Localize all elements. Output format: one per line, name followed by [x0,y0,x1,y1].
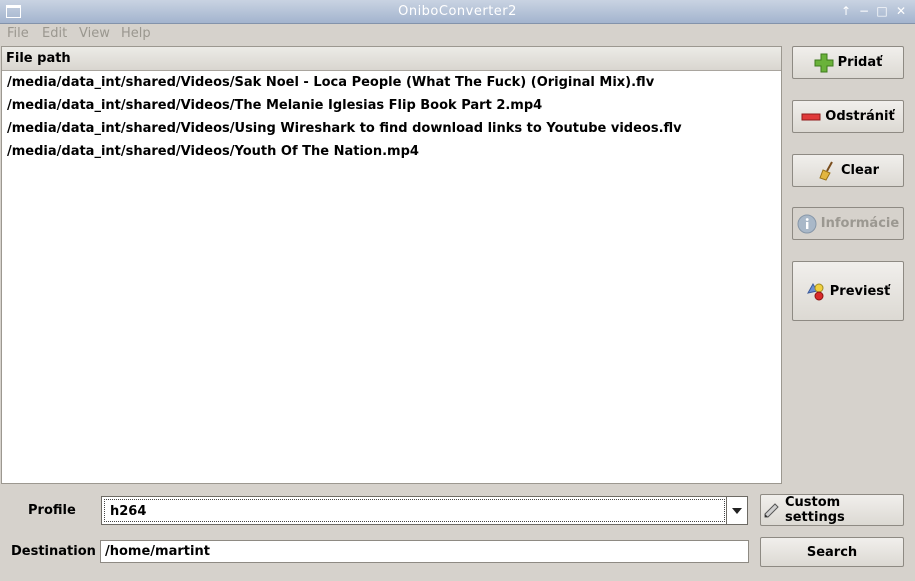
profile-label: Profile [28,503,76,518]
add-button-label: Pridať [837,55,883,70]
info-button[interactable]: Informácie [792,207,904,240]
convert-button-label: Previesť [829,283,891,299]
convert-icon [806,281,826,301]
menu-help[interactable]: Help [121,26,151,41]
custom-settings-label: Custom settings [785,495,845,525]
destination-label: Destination [11,544,96,559]
restore-icon[interactable]: □ [874,3,890,19]
search-button[interactable]: Search [760,537,904,567]
list-item[interactable]: /media/data_int/shared/Videos/The Melani… [2,94,781,117]
title-bar: OniboConverter2 ↑ − □ ✕ [0,0,915,24]
menu-view[interactable]: View [79,26,110,41]
plus-icon [814,53,834,73]
info-icon [797,214,817,234]
pencil-icon [761,500,781,520]
minimize-icon[interactable]: − [856,3,872,19]
list-item[interactable]: /media/data_int/shared/Videos/Using Wire… [2,117,781,140]
search-button-label: Search [806,544,858,560]
list-item[interactable]: /media/data_int/shared/Videos/Sak Noel -… [2,71,781,94]
remove-button-label: Odstrániť [825,109,895,124]
menu-bar: File Edit View Help [0,24,915,45]
menu-edit[interactable]: Edit [42,26,67,41]
custom-settings-button[interactable]: Custom settings [760,494,904,526]
close-icon[interactable]: ✕ [893,3,909,19]
remove-button[interactable]: Odstrániť [792,100,904,133]
clear-button[interactable]: Clear [792,154,904,187]
profile-select[interactable]: h264 [101,496,748,525]
broom-icon [817,161,837,181]
minus-icon [801,107,821,127]
profile-value: h264 [104,499,725,522]
clear-button-label: Clear [841,163,879,178]
destination-input[interactable]: /home/martint [100,540,749,563]
convert-button[interactable]: Previesť [792,261,904,321]
window-title: OniboConverter2 [398,4,517,19]
list-item[interactable]: /media/data_int/shared/Videos/Youth Of T… [2,140,781,163]
add-button[interactable]: Pridať [792,46,904,79]
up-arrow-icon[interactable]: ↑ [838,3,854,19]
menu-file[interactable]: File [7,26,29,41]
dropdown-arrow-icon[interactable] [726,497,747,524]
column-header-file-path[interactable]: File path [2,47,781,71]
file-list[interactable]: File path /media/data_int/shared/Videos/… [1,46,782,484]
info-button-label: Informácie [820,216,900,231]
